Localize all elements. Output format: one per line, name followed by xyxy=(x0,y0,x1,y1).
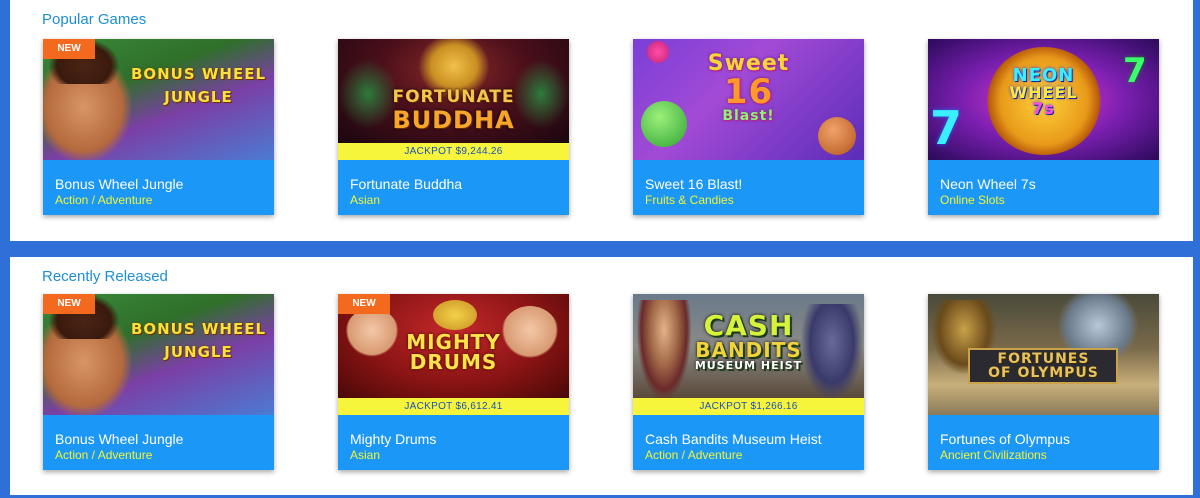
logo-line: 7s xyxy=(1032,99,1055,118)
game-info[interactable]: Cash Bandits Museum Heist Action / Adven… xyxy=(633,415,864,470)
game-name[interactable]: Cash Bandits Museum Heist xyxy=(645,431,822,447)
logo-line: FORTUNES xyxy=(997,351,1090,367)
game-name[interactable]: Bonus Wheel Jungle xyxy=(55,431,183,447)
game-logo-cash-bandits: CASH BANDITS MUSEUM HEIST xyxy=(633,309,864,372)
game-info[interactable]: Fortunate Buddha Asian xyxy=(338,160,569,215)
logo-line: BONUS WHEEL xyxy=(130,65,267,83)
section-title-popular-games: Popular Games xyxy=(42,11,147,28)
game-category[interactable]: Asian xyxy=(350,193,380,207)
jackpot-banner: JACKPOT $9,244.26 xyxy=(338,143,569,160)
game-card-fortunate-buddha[interactable]: FORTUNATE BUDDHA JACKPOT $9,244.26 Fortu… xyxy=(338,39,569,215)
logo-line: BANDITS xyxy=(695,338,802,362)
game-category[interactable]: Action / Adventure xyxy=(55,193,152,207)
game-info[interactable]: Neon Wheel 7s Online Slots xyxy=(928,160,1159,215)
game-card-neon-wheel-7s[interactable]: 7 7 NEON WHEEL 7s Neon Wheel 7s Online S… xyxy=(928,39,1159,215)
game-logo-neon-wheel-7s: NEON WHEEL 7s xyxy=(928,67,1159,117)
logo-line: BUDDHA xyxy=(392,106,515,134)
game-category[interactable]: Ancient Civilizations xyxy=(940,448,1047,462)
game-logo-fortunate-buddha: FORTUNATE BUDDHA xyxy=(338,87,569,134)
game-thumbnail[interactable]: FORTUNES OF OLYMPUS xyxy=(928,294,1159,415)
game-card-bonus-wheel-jungle[interactable]: BONUS WHEEL JUNGLE NEW Bonus Wheel Jungl… xyxy=(43,39,274,215)
logo-line: FORTUNATE xyxy=(392,87,515,107)
game-logo-sweet-16-blast: Sweet 16 Blast! xyxy=(633,53,864,124)
logo-line: 16 xyxy=(723,72,774,112)
logo-line: MIGHTY xyxy=(406,330,501,354)
game-card-cash-bandits-museum-heist[interactable]: CASH BANDITS MUSEUM HEIST JACKPOT $1,266… xyxy=(633,294,864,470)
logo-line: Blast! xyxy=(722,108,775,124)
game-name[interactable]: Neon Wheel 7s xyxy=(940,176,1036,192)
game-logo-fortunes-of-olympus: FORTUNES OF OLYMPUS xyxy=(928,352,1159,380)
game-name[interactable]: Bonus Wheel Jungle xyxy=(55,176,183,192)
game-thumbnail[interactable]: Sweet 16 Blast! xyxy=(633,39,864,160)
game-category[interactable]: Action / Adventure xyxy=(55,448,152,462)
logo-line: JUNGLE xyxy=(164,88,233,106)
logo-line: JUNGLE xyxy=(164,343,233,361)
game-logo-bonus-wheel-jungle: BONUS WHEEL JUNGLE xyxy=(123,322,274,360)
game-thumbnail[interactable]: 7 7 NEON WHEEL 7s xyxy=(928,39,1159,160)
game-card-bonus-wheel-jungle[interactable]: BONUS WHEEL JUNGLE NEW Bonus Wheel Jungl… xyxy=(43,294,274,470)
game-name[interactable]: Mighty Drums xyxy=(350,431,436,447)
game-thumbnail[interactable]: CASH BANDITS MUSEUM HEIST xyxy=(633,294,864,398)
popular-games-section: Popular Games BONUS WHEEL JUNGLE NEW Bon… xyxy=(10,0,1193,241)
section-title-recently-released: Recently Released xyxy=(42,268,168,285)
game-card-sweet-16-blast[interactable]: Sweet 16 Blast! Sweet 16 Blast! Fruits &… xyxy=(633,39,864,215)
game-info[interactable]: Fortunes of Olympus Ancient Civilization… xyxy=(928,415,1159,470)
game-category[interactable]: Online Slots xyxy=(940,193,1005,207)
new-badge: NEW xyxy=(43,39,95,59)
logo-line: MUSEUM HEIST xyxy=(694,359,803,372)
game-info[interactable]: Bonus Wheel Jungle Action / Adventure xyxy=(43,160,274,215)
logo-line: BONUS WHEEL xyxy=(130,320,267,338)
game-name[interactable]: Fortunes of Olympus xyxy=(940,431,1070,447)
game-category[interactable]: Action / Adventure xyxy=(645,448,742,462)
game-logo-mighty-drums: MIGHTY DRUMS xyxy=(338,332,569,372)
game-logo-bonus-wheel-jungle: BONUS WHEEL JUNGLE xyxy=(123,67,274,105)
game-category[interactable]: Asian xyxy=(350,448,380,462)
game-info[interactable]: Mighty Drums Asian xyxy=(338,415,569,470)
logo-line: DRUMS xyxy=(409,350,498,374)
game-name[interactable]: Fortunate Buddha xyxy=(350,176,462,192)
game-card-mighty-drums[interactable]: MIGHTY DRUMS NEW JACKPOT $6,612.41 Might… xyxy=(338,294,569,470)
game-thumbnail[interactable]: FORTUNATE BUDDHA xyxy=(338,39,569,143)
new-badge: NEW xyxy=(43,294,95,314)
logo-line: OF OLYMPUS xyxy=(988,365,1099,381)
game-card-fortunes-of-olympus[interactable]: FORTUNES OF OLYMPUS Fortunes of Olympus … xyxy=(928,294,1159,470)
jackpot-banner: JACKPOT $1,266.16 xyxy=(633,398,864,415)
game-category[interactable]: Fruits & Candies xyxy=(645,193,734,207)
recently-released-section: Recently Released BONUS WHEEL JUNGLE NEW… xyxy=(10,257,1193,495)
game-name[interactable]: Sweet 16 Blast! xyxy=(645,176,742,192)
jackpot-banner: JACKPOT $6,612.41 xyxy=(338,398,569,415)
logo-line: CASH xyxy=(703,309,794,342)
game-info[interactable]: Sweet 16 Blast! Fruits & Candies xyxy=(633,160,864,215)
game-info[interactable]: Bonus Wheel Jungle Action / Adventure xyxy=(43,415,274,470)
new-badge: NEW xyxy=(338,294,390,314)
